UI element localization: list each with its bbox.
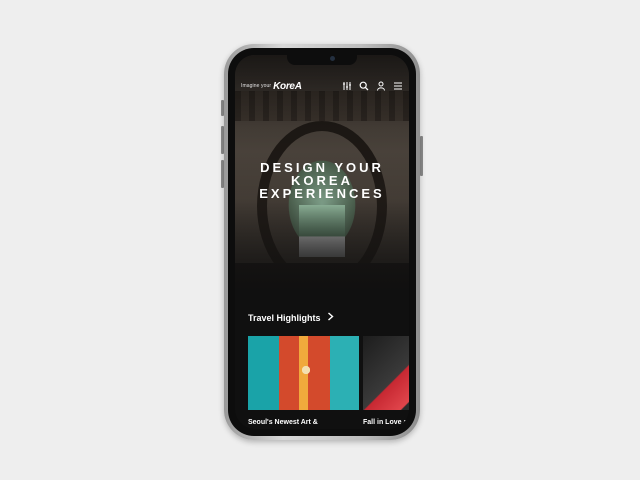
menu-icon[interactable] — [393, 81, 403, 91]
camera-icon — [330, 56, 335, 61]
filter-icon[interactable] — [342, 81, 352, 91]
user-icon[interactable] — [376, 81, 386, 91]
search-icon[interactable] — [359, 81, 369, 91]
card-image — [363, 336, 409, 410]
hero-title: DESIGN YOUR KOREA EXPERIENCES — [235, 161, 409, 200]
phone-notch — [287, 53, 357, 65]
power-button — [420, 136, 423, 176]
top-navigation: Imagine your KoreA — [235, 75, 409, 97]
section-title: Travel Highlights — [248, 312, 321, 323]
korea-logo[interactable]: KoreA — [273, 81, 302, 92]
highlight-card[interactable]: Fall in Love a Dessert Cafe — [363, 336, 409, 429]
card-caption: Seoul's Newest Art & Culture Attractions — [248, 419, 318, 426]
phone-frame: Imagine your KoreA DESIGN YOUR KOREA EXP… — [224, 44, 420, 440]
tagline: Imagine your — [241, 83, 272, 89]
phone-screen: Imagine your KoreA DESIGN YOUR KOREA EXP… — [235, 55, 409, 429]
hero-title-line: EXPERIENCES — [259, 186, 385, 201]
card-image — [248, 336, 359, 410]
card-caption: Fall in Love a Dessert Cafe — [363, 419, 408, 426]
header-icons — [342, 81, 403, 91]
chevron-right-icon — [327, 312, 334, 323]
highlight-card[interactable]: Seoul's Newest Art & Culture Attractions — [248, 336, 359, 429]
highlights-carousel[interactable]: Seoul's Newest Art & Culture Attractions… — [248, 336, 409, 429]
travel-highlights-link[interactable]: Travel Highlights — [248, 312, 334, 323]
